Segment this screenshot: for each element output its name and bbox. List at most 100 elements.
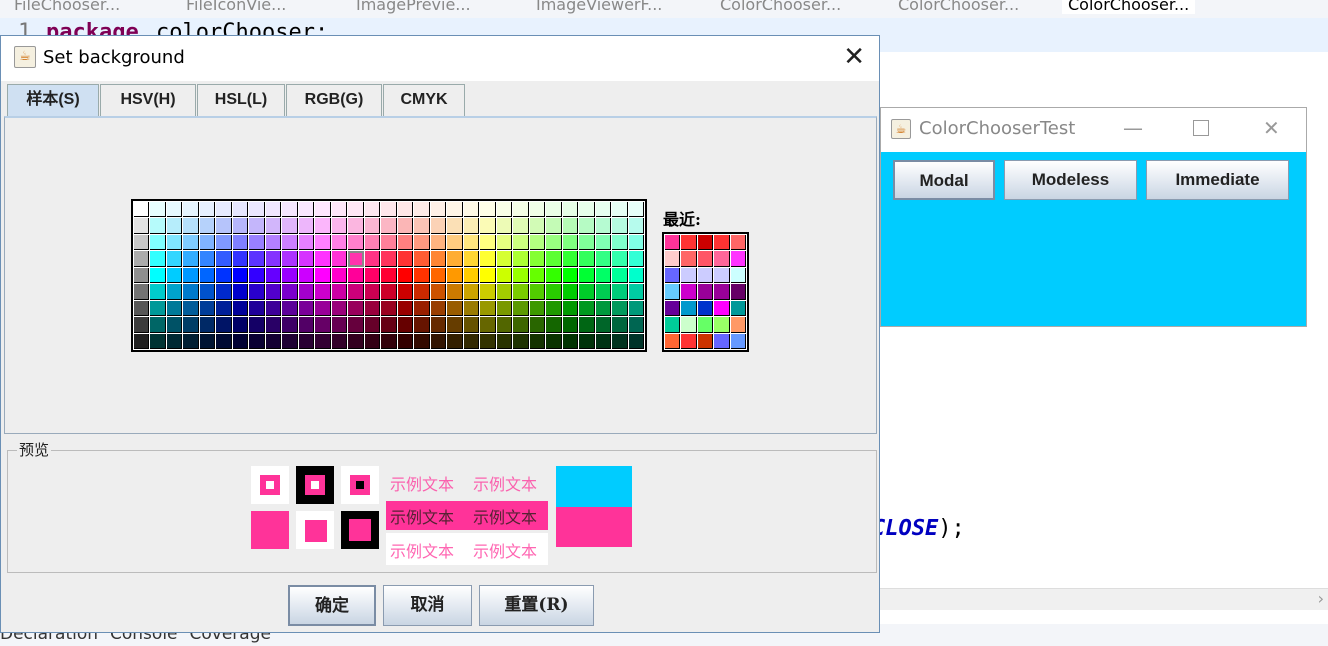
swatch[interactable] xyxy=(546,317,562,333)
swatch[interactable] xyxy=(282,317,298,333)
maximize-icon[interactable] xyxy=(1193,120,1209,136)
swatch[interactable] xyxy=(480,317,496,333)
swatch[interactable] xyxy=(199,218,216,234)
swatch[interactable] xyxy=(480,202,496,218)
swatch[interactable] xyxy=(628,202,644,218)
swatch[interactable] xyxy=(546,202,562,218)
swatch[interactable] xyxy=(249,234,265,251)
swatch[interactable] xyxy=(579,317,595,333)
swatch[interactable] xyxy=(414,251,430,267)
swatch[interactable] xyxy=(463,218,480,234)
swatch[interactable] xyxy=(414,234,430,251)
swatch[interactable] xyxy=(298,300,315,317)
swatch[interactable] xyxy=(513,284,529,300)
swatch[interactable] xyxy=(463,317,480,333)
swatch[interactable] xyxy=(414,333,430,349)
swatch[interactable] xyxy=(232,300,249,317)
recent-swatch[interactable] xyxy=(697,300,714,317)
swatch[interactable] xyxy=(315,218,331,234)
swatch[interactable] xyxy=(447,202,463,218)
swatch[interactable] xyxy=(199,267,216,284)
swatch[interactable] xyxy=(315,234,331,251)
swatch[interactable] xyxy=(579,202,595,218)
swatch[interactable] xyxy=(331,234,348,251)
swatch[interactable] xyxy=(447,284,463,300)
swatch[interactable] xyxy=(430,300,447,317)
swatch[interactable] xyxy=(397,202,414,218)
modal-button[interactable]: Modal xyxy=(893,160,995,200)
swatch[interactable] xyxy=(265,202,282,218)
swatch[interactable] xyxy=(216,202,232,218)
swatch[interactable] xyxy=(513,267,529,284)
swatch[interactable] xyxy=(364,251,381,267)
swatch[interactable] xyxy=(249,218,265,234)
swatch[interactable] xyxy=(348,284,364,300)
swatch[interactable] xyxy=(414,202,430,218)
recent-swatch[interactable] xyxy=(697,333,714,349)
swatch[interactable] xyxy=(134,284,150,300)
swatch[interactable] xyxy=(546,284,562,300)
swatch[interactable] xyxy=(265,317,282,333)
swatch[interactable] xyxy=(348,251,364,267)
recent-swatch[interactable] xyxy=(697,284,714,300)
swatch[interactable] xyxy=(546,218,562,234)
swatch[interactable] xyxy=(282,202,298,218)
swatch[interactable] xyxy=(628,300,644,317)
swatch[interactable] xyxy=(546,300,562,317)
swatch[interactable] xyxy=(612,267,628,284)
swatch[interactable] xyxy=(331,300,348,317)
swatch[interactable] xyxy=(364,202,381,218)
swatch[interactable] xyxy=(595,218,612,234)
swatch[interactable] xyxy=(595,317,612,333)
swatch[interactable] xyxy=(496,267,513,284)
recent-swatch[interactable] xyxy=(730,317,746,333)
swatch[interactable] xyxy=(282,234,298,251)
swatch[interactable] xyxy=(183,234,199,251)
swatch[interactable] xyxy=(612,333,628,349)
swatch[interactable] xyxy=(315,251,331,267)
swatch[interactable] xyxy=(249,267,265,284)
recent-swatch[interactable] xyxy=(681,267,697,284)
swatch[interactable] xyxy=(628,267,644,284)
swatch[interactable] xyxy=(166,251,183,267)
swatch[interactable] xyxy=(496,234,513,251)
swatch[interactable] xyxy=(513,234,529,251)
swatch[interactable] xyxy=(430,234,447,251)
swatch[interactable] xyxy=(579,234,595,251)
swatch[interactable] xyxy=(232,317,249,333)
swatch[interactable] xyxy=(183,284,199,300)
swatch[interactable] xyxy=(249,317,265,333)
swatch[interactable] xyxy=(628,218,644,234)
swatch[interactable] xyxy=(183,218,199,234)
swatch[interactable] xyxy=(463,267,480,284)
swatch[interactable] xyxy=(134,300,150,317)
swatch[interactable] xyxy=(265,218,282,234)
swatch[interactable] xyxy=(348,317,364,333)
swatch[interactable] xyxy=(579,333,595,349)
swatch[interactable] xyxy=(249,202,265,218)
recent-swatch[interactable] xyxy=(697,317,714,333)
swatch[interactable] xyxy=(331,267,348,284)
swatch[interactable] xyxy=(562,317,579,333)
recent-swatch[interactable] xyxy=(665,333,681,349)
swatch[interactable] xyxy=(579,251,595,267)
swatch[interactable] xyxy=(298,267,315,284)
swatch[interactable] xyxy=(150,284,166,300)
swatch[interactable] xyxy=(150,317,166,333)
swatch[interactable] xyxy=(331,317,348,333)
recent-swatch[interactable] xyxy=(730,235,746,251)
swatch[interactable] xyxy=(562,267,579,284)
swatch[interactable] xyxy=(216,234,232,251)
swatch[interactable] xyxy=(381,251,397,267)
swatch[interactable] xyxy=(134,333,150,349)
swatch[interactable] xyxy=(364,218,381,234)
immediate-button[interactable]: Immediate xyxy=(1146,160,1289,200)
minimize-icon[interactable]: — xyxy=(1123,116,1143,140)
swatch[interactable] xyxy=(397,333,414,349)
swatch[interactable] xyxy=(579,300,595,317)
swatch[interactable] xyxy=(331,284,348,300)
tab-hsl[interactable]: HSL(L) xyxy=(197,84,285,116)
swatch[interactable] xyxy=(579,218,595,234)
swatch[interactable] xyxy=(134,267,150,284)
swatch-palette[interactable] xyxy=(131,199,647,352)
